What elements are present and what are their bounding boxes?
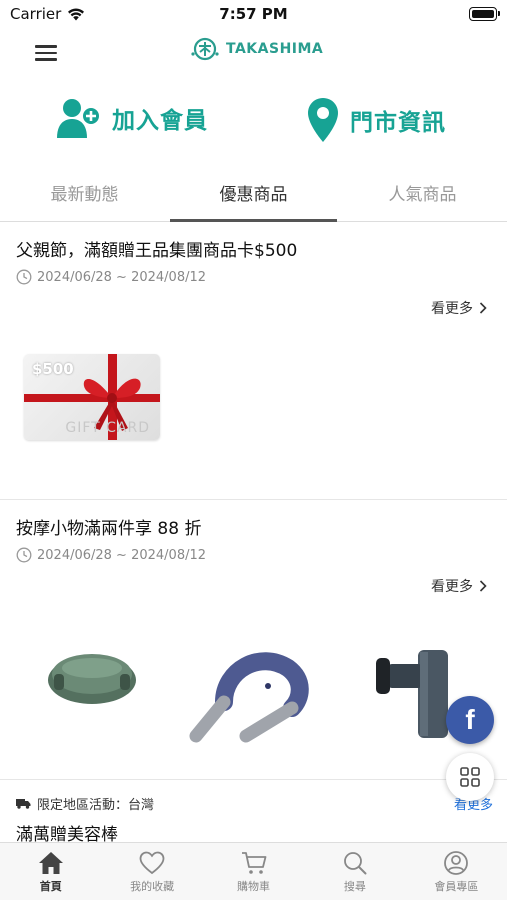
- quick-menu-button[interactable]: [446, 753, 494, 801]
- hamburger-menu-button[interactable]: [34, 41, 62, 65]
- bottom-tab-member[interactable]: 會員專區: [406, 843, 507, 900]
- clock-icon: [16, 547, 32, 563]
- cart-icon: [241, 852, 266, 874]
- search-icon: [344, 852, 367, 875]
- massage-cushion-icon: [48, 654, 136, 704]
- region-limited-text: 限定地區活動：台灣: [37, 798, 155, 813]
- promotion-date-range: 2024/06/28 ~ 2024/08/12: [16, 269, 206, 285]
- category-tabs: 最新動態 優惠商品 人氣商品: [0, 164, 507, 222]
- see-more-link[interactable]: 看更多: [431, 298, 487, 318]
- chevron-right-icon: [479, 302, 487, 314]
- gift-card-product-image[interactable]: $500 GIFT CARD: [24, 354, 160, 440]
- bottom-tab-bar: 首頁 我的收藏 購物車 搜尋 會員專區: [0, 842, 507, 900]
- store-info-label: 門市資訊: [350, 110, 446, 136]
- logo-text: TAKASHIMA: [226, 41, 324, 57]
- facebook-icon: f: [465, 704, 475, 735]
- bottom-tab-favorites[interactable]: 我的收藏: [101, 843, 202, 900]
- see-more-label: 看更多: [431, 301, 473, 317]
- see-more-link[interactable]: 看更多: [431, 576, 487, 596]
- battery-icon: [469, 7, 500, 21]
- massage-gun-product-image[interactable]: [370, 648, 450, 740]
- bottom-tab-label: 我的收藏: [130, 880, 175, 893]
- promotion-date-range: 2024/06/28 ~ 2024/08/12: [16, 547, 206, 563]
- grid-icon: [460, 767, 480, 787]
- bottom-tab-search[interactable]: 搜尋: [304, 843, 405, 900]
- nav-bar: TAKASHIMA: [0, 28, 507, 78]
- promotion-date-text: 2024/06/28 ~ 2024/08/12: [37, 269, 207, 285]
- bottom-tab-label: 會員專區: [434, 880, 479, 893]
- brand-logo[interactable]: TAKASHIMA: [190, 36, 323, 62]
- user-circle-icon: [444, 851, 469, 875]
- promotion-card[interactable]: 按摩小物滿兩件享 88 折 2024/06/28 ~ 2024/08/12 看更…: [0, 502, 507, 780]
- bottom-tab-home[interactable]: 首頁: [0, 843, 101, 900]
- region-limited-label: 限定地區活動：台灣: [16, 794, 154, 813]
- see-more-label: 看更多: [431, 579, 473, 595]
- bottom-tab-label: 首頁: [39, 880, 62, 893]
- bottom-tab-label: 購物車: [237, 880, 271, 893]
- massage-gun-icon: [376, 650, 448, 738]
- join-member-button[interactable]: 加入會員: [56, 96, 208, 140]
- tab-special-offers[interactable]: 優惠商品: [169, 164, 338, 222]
- clock-icon: [16, 269, 32, 285]
- massage-cushion-product-image[interactable]: [44, 644, 140, 708]
- clock: 7:57 PM: [219, 5, 288, 23]
- store-info-button[interactable]: 門市資訊: [306, 96, 446, 144]
- quick-actions: 加入會員 門市資訊: [0, 96, 507, 156]
- facebook-button[interactable]: f: [446, 696, 494, 744]
- tab-popular-products[interactable]: 人氣商品: [338, 164, 507, 221]
- neck-massager-product-image[interactable]: [184, 650, 310, 750]
- gift-card-amount: $500: [32, 360, 74, 378]
- status-bar: Carrier 7:57 PM: [0, 0, 507, 28]
- promotion-card[interactable]: 父親節，滿額贈王品集團商品卡$500 2024/06/28 ~ 2024/08/…: [0, 224, 507, 500]
- chevron-right-icon: [479, 580, 487, 592]
- promotion-title: 按摩小物滿兩件享 88 折: [16, 519, 202, 539]
- location-pin-icon: [308, 98, 338, 142]
- gift-card-caption: GIFT CARD: [65, 420, 150, 436]
- neck-massager-icon: [189, 652, 309, 743]
- bottom-tab-label: 搜尋: [343, 880, 366, 893]
- add-user-icon: [57, 99, 101, 138]
- home-icon: [38, 852, 63, 874]
- heart-icon: [139, 851, 165, 875]
- promotion-card[interactable]: 限定地區活動：台灣 看更多 滿萬贈美容棒: [0, 782, 507, 845]
- delivery-truck-icon: [16, 799, 31, 809]
- takashima-emblem-icon: [191, 37, 219, 61]
- bottom-tab-cart[interactable]: 購物車: [203, 843, 304, 900]
- tab-latest-news[interactable]: 最新動態: [0, 164, 169, 221]
- promotion-title: 父親節，滿額贈王品集團商品卡$500: [16, 241, 298, 261]
- join-member-label: 加入會員: [112, 108, 208, 134]
- promotion-date-text: 2024/06/28 ~ 2024/08/12: [37, 547, 207, 563]
